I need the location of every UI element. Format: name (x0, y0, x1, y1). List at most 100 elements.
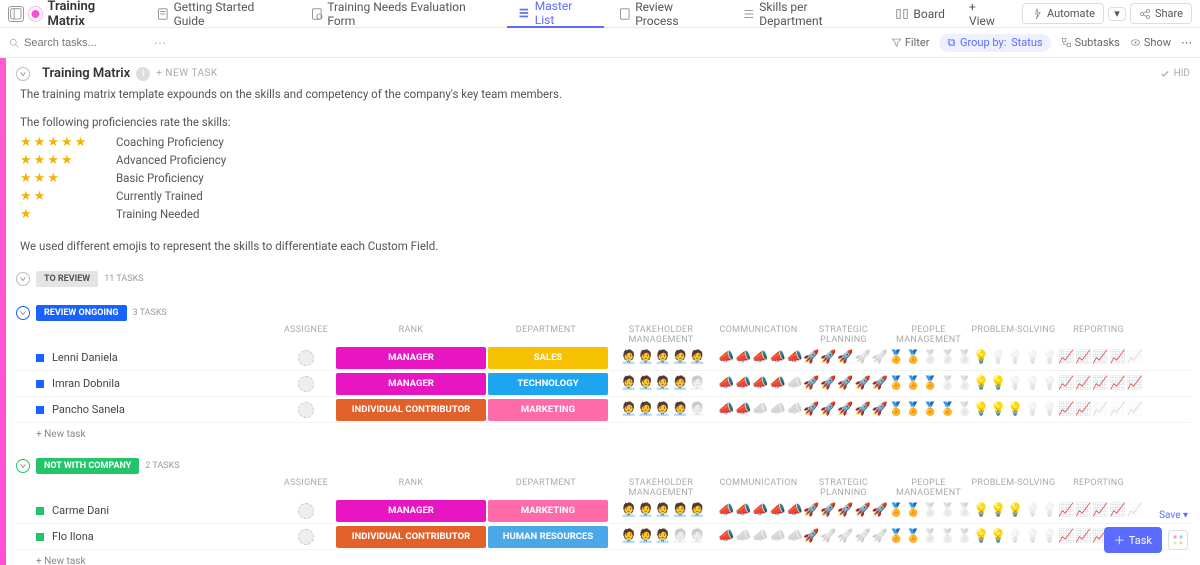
task-row[interactable]: Lenni DanielaMANAGERSALES🧑‍💼🧑‍💼🧑‍💼🧑‍💼🧑‍💼… (16, 345, 1190, 371)
task-row[interactable]: Pancho SanelaINDIVIDUAL CONTRIBUTORMARKE… (16, 397, 1190, 423)
dock-toggle[interactable] (8, 6, 24, 22)
dept-badge: MARKETING (488, 399, 608, 421)
task-name: Lenni Daniela (52, 351, 276, 364)
skill-communication: 📣📣📣📣📣 (718, 503, 803, 518)
assignee-avatar[interactable] (298, 402, 314, 418)
task-name: Flo Ilona (52, 530, 276, 543)
skill-communication: 📣📣📣📣📣 (718, 376, 803, 391)
task-row[interactable]: Carme Dani MANAGERMARKETING🧑‍💼🧑‍💼🧑‍💼🧑‍💼🧑‍… (16, 498, 1190, 524)
skill-people: 🏅🏅🏅🏅🏅 (888, 503, 973, 518)
logo-icon (28, 6, 44, 22)
tab-training-needs[interactable]: Training Needs Evaluation Form (300, 0, 503, 28)
info-icon[interactable]: i (136, 67, 150, 81)
overflow-icon[interactable]: ⋯ (1181, 36, 1192, 49)
share-button[interactable]: Share (1130, 3, 1192, 24)
status-chip[interactable]: TO REVIEW (36, 271, 98, 287)
skill-strategic: 🚀🚀🚀🚀🚀 (803, 376, 888, 391)
status-chip[interactable]: NOT WITH COMPANY (36, 458, 139, 474)
page-title: Training Matrix (47, 0, 133, 29)
tab-board[interactable]: Board (885, 0, 955, 28)
status-chip[interactable]: REVIEW ONGOING (36, 305, 127, 321)
task-name: Imran Dobnila (52, 377, 276, 390)
assignee-avatar[interactable] (298, 503, 314, 519)
tab-label: Review Process (635, 0, 717, 28)
group-toggle[interactable] (16, 459, 30, 473)
emoji-note: We used different emojis to represent th… (20, 239, 1190, 253)
task-count: 3 TASKS (133, 308, 167, 318)
subtasks-button[interactable]: Subtasks (1061, 36, 1120, 49)
rank-badge: INDIVIDUAL CONTRIBUTOR (336, 526, 486, 548)
skill-reporting: 📈📈📈📈📈 (1058, 503, 1143, 518)
new-task-button[interactable]: + NEW TASK (156, 68, 217, 79)
skill-communication: 📣📣📣📣📣 (718, 529, 803, 544)
task-row[interactable]: Imran Dobnila MANAGERTECHNOLOGY🧑‍💼🧑‍💼🧑‍💼🧑… (16, 371, 1190, 397)
collapse-icon[interactable] (16, 67, 30, 81)
skill-communication: 📣📣📣📣📣 (718, 350, 803, 365)
skill-problem: 💡💡💡💡💡 (973, 402, 1058, 417)
task-name: Carme Dani (52, 504, 276, 517)
skill-problem: 💡💡💡💡💡 (973, 376, 1058, 391)
save-button[interactable]: Save ▾ (1159, 510, 1188, 521)
assignee-avatar[interactable] (298, 376, 314, 392)
skill-people: 🏅🏅🏅🏅🏅 (888, 376, 973, 391)
skill-people: 🏅🏅🏅🏅🏅 (888, 350, 973, 365)
tab-add-view[interactable]: + View (959, 0, 1014, 28)
add-task-button[interactable]: + New task (16, 423, 1190, 440)
task-count: 2 TASKS (145, 461, 179, 471)
skill-stakeholder: 🧑‍💼🧑‍💼🧑‍💼🧑‍💼🧑‍💼 (608, 376, 718, 391)
apps-icon[interactable] (1168, 530, 1188, 550)
skill-strategic: 🚀🚀🚀🚀🚀 (803, 529, 888, 544)
search-box[interactable] (8, 37, 144, 49)
view-toolbar: ⋯ Filter ⧉ Group by: Status Subtasks Sho… (0, 28, 1200, 58)
group-toggle[interactable] (16, 272, 30, 286)
rank-badge: MANAGER (336, 373, 486, 395)
tab-label: + View (969, 0, 1004, 28)
share-label: Share (1155, 7, 1183, 20)
filter-button[interactable]: Filter (891, 36, 930, 49)
content-area: Training Matrix i + NEW TASK HID The tra… (6, 58, 1200, 565)
add-task-button[interactable]: + New task (16, 550, 1190, 565)
rank-badge: MANAGER (336, 347, 486, 369)
top-bar: Training Matrix Getting Started Guide Tr… (0, 0, 1200, 28)
skill-strategic: 🚀🚀🚀🚀🚀 (803, 402, 888, 417)
tab-label: Master List (535, 0, 594, 27)
group-toggle[interactable] (16, 306, 30, 320)
skill-problem: 💡💡💡💡💡 (973, 503, 1058, 518)
skill-stakeholder: 🧑‍💼🧑‍💼🧑‍💼🧑‍💼🧑‍💼 (608, 503, 718, 518)
tab-master-list[interactable]: Master List (507, 0, 603, 28)
automate-label: Automate (1047, 7, 1095, 20)
dept-badge: TECHNOLOGY (488, 373, 608, 395)
hide-button[interactable]: HID (1160, 68, 1190, 79)
skill-stakeholder: 🧑‍💼🧑‍💼🧑‍💼🧑‍💼🧑‍💼 (608, 529, 718, 544)
task-row[interactable]: Flo IlonaINDIVIDUAL CONTRIBUTORHUMAN RES… (16, 524, 1190, 550)
section-title: Training Matrix (42, 66, 130, 81)
assignee-avatar[interactable] (298, 529, 314, 545)
dept-badge: MARKETING (488, 500, 608, 522)
rank-badge: MANAGER (336, 500, 486, 522)
assignee-avatar[interactable] (298, 350, 314, 366)
automate-button[interactable]: Automate (1022, 3, 1104, 24)
automate-dropdown[interactable]: ▾ (1108, 7, 1126, 21)
tab-label: Getting Started Guide (174, 0, 286, 28)
proficiency-legend: ★★★★★Coaching Proficiency★★★★Advanced Pr… (20, 133, 1190, 223)
groupby-button[interactable]: ⧉ Group by: Status (939, 34, 1050, 52)
task-count: 11 TASKS (104, 274, 143, 284)
search-input[interactable] (24, 37, 144, 49)
skill-reporting: 📈📈📈📈📈 (1058, 376, 1143, 391)
tab-label: Board (913, 7, 945, 21)
new-task-float-button[interactable]: ＋Task (1104, 527, 1162, 553)
tab-skills-dept[interactable]: Skills per Department (732, 0, 882, 28)
skill-strategic: 🚀🚀🚀🚀🚀 (803, 350, 888, 365)
skill-communication: 📣📣📣📣📣 (718, 402, 803, 417)
skill-people: 🏅🏅🏅🏅🏅 (888, 402, 973, 417)
task-name: Pancho Sanela (52, 403, 276, 416)
show-button[interactable]: Show (1130, 36, 1171, 49)
more-icon[interactable]: ⋯ (154, 36, 166, 50)
dept-badge: SALES (488, 347, 608, 369)
prof-heading: The following proficiencies rate the ski… (20, 115, 1190, 129)
tab-review-process[interactable]: Review Process (608, 0, 728, 28)
skill-people: 🏅🏅🏅🏅🏅 (888, 529, 973, 544)
skill-reporting: 📈📈📈📈📈 (1058, 402, 1143, 417)
skill-problem: 💡💡💡💡💡 (973, 350, 1058, 365)
tab-getting-started[interactable]: Getting Started Guide (146, 0, 296, 28)
